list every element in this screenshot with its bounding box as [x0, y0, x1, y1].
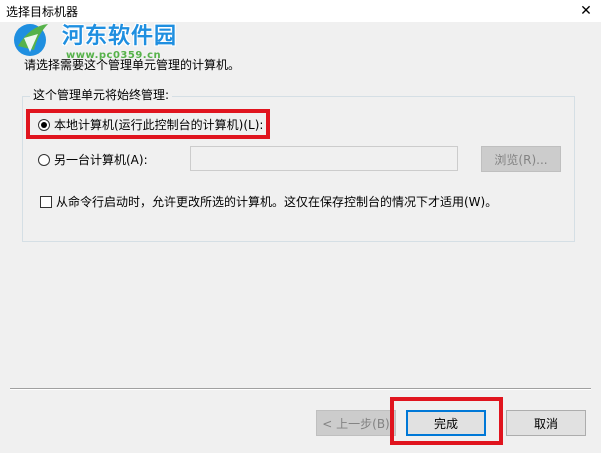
local-computer-option[interactable]: 本地计算机(运行此控制台的计算机)(L):: [38, 116, 263, 133]
another-computer-input[interactable]: [190, 146, 458, 171]
cancel-button[interactable]: 取消: [506, 410, 586, 436]
group-label: 这个管理单元将始终管理:: [30, 86, 173, 103]
watermark-site-name: 河东软件园: [62, 24, 178, 49]
finish-button[interactable]: 完成: [406, 410, 486, 436]
radio-selected-dot-icon: [41, 121, 47, 128]
select-target-machine-dialog: 选择目标机器 ✕ 河东软件园 www.pc0359.cn 请选择需要这个管理单元…: [0, 0, 601, 453]
another-computer-label: 另一台计算机(A):: [54, 153, 148, 167]
another-computer-radio[interactable]: [38, 153, 50, 166]
close-button[interactable]: ✕: [571, 0, 601, 22]
title-bar: 选择目标机器 ✕: [0, 0, 601, 22]
local-computer-label: 本地计算机(运行此控制台的计算机)(L):: [54, 118, 264, 132]
watermark-logo-icon: [14, 24, 48, 56]
browse-button[interactable]: 浏览(R)...: [481, 146, 561, 172]
allow-change-label: 从命令行启动时，允许更改所选的计算机。这仅在保存控制台的情况下才适用(W)。: [56, 195, 498, 209]
close-icon: ✕: [580, 3, 592, 19]
another-computer-option[interactable]: 另一台计算机(A):: [38, 151, 148, 168]
allow-change-checkbox[interactable]: [40, 195, 52, 208]
local-computer-radio[interactable]: [38, 118, 50, 131]
back-button[interactable]: < 上一步(B): [316, 410, 396, 436]
window-title: 选择目标机器: [6, 5, 79, 19]
instruction-text: 请选择需要这个管理单元管理的计算机。: [24, 58, 241, 72]
allow-change-option[interactable]: 从命令行启动时，允许更改所选的计算机。这仅在保存控制台的情况下才适用(W)。: [40, 193, 497, 210]
footer-separator: [10, 388, 591, 390]
